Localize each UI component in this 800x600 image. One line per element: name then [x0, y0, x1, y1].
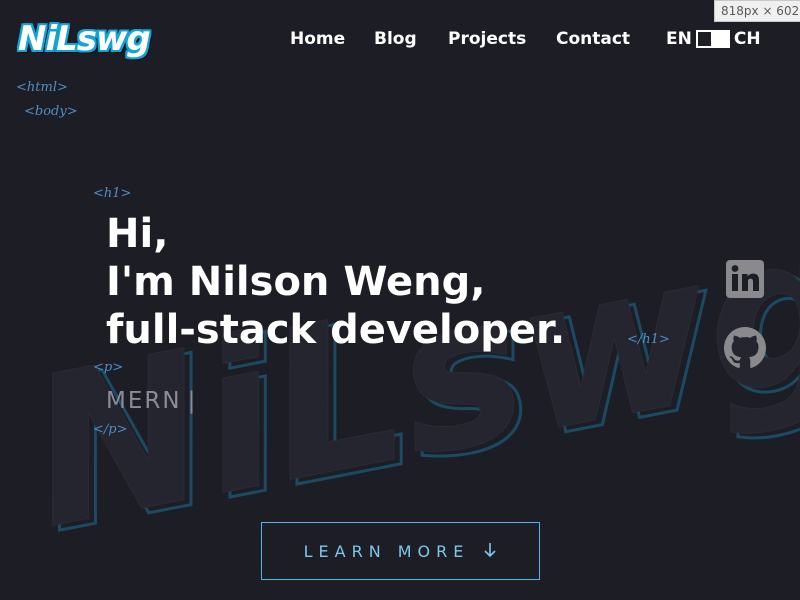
- lang-ch-label[interactable]: CH: [734, 29, 761, 49]
- typed-subtitle: MERN |: [106, 388, 197, 414]
- typing-cursor: |: [187, 388, 198, 414]
- tag-h1-open: <h1>: [93, 186, 132, 201]
- tag-p-close: </p>: [93, 422, 128, 437]
- github-icon[interactable]: [724, 327, 766, 369]
- learn-more-label: LEARN MORE: [303, 541, 470, 561]
- hero-line-1: Hi,: [106, 211, 169, 257]
- language-switcher: EN CH: [666, 28, 761, 50]
- hero-line-2: I'm Nilson Weng,: [106, 259, 486, 305]
- arrow-down-icon: [483, 542, 497, 561]
- language-toggle[interactable]: [695, 30, 730, 48]
- nav-blog[interactable]: Blog: [374, 28, 417, 50]
- site-logo[interactable]: NiLswg: [18, 18, 151, 60]
- tag-h1-close: </h1>: [627, 332, 670, 347]
- tag-body-open: <body>: [24, 104, 78, 119]
- typed-text: MERN: [106, 388, 182, 414]
- tag-p-open: <p>: [93, 360, 124, 375]
- linkedin-icon[interactable]: [725, 259, 765, 299]
- hero-heading: Hi, I'm Nilson Weng, full-stack develope…: [106, 210, 565, 354]
- nav-contact[interactable]: Contact: [556, 28, 630, 50]
- nav-projects[interactable]: Projects: [448, 28, 526, 50]
- lang-en-label[interactable]: EN: [666, 29, 692, 49]
- viewport-dimensions-tooltip: 818px × 602px: [714, 0, 800, 22]
- tag-html-open: <html>: [16, 80, 68, 95]
- toggle-knob: [695, 30, 713, 48]
- hero-line-3: full-stack developer.: [106, 307, 566, 353]
- nav-home[interactable]: Home: [290, 28, 345, 50]
- learn-more-button[interactable]: LEARN MORE: [261, 522, 540, 580]
